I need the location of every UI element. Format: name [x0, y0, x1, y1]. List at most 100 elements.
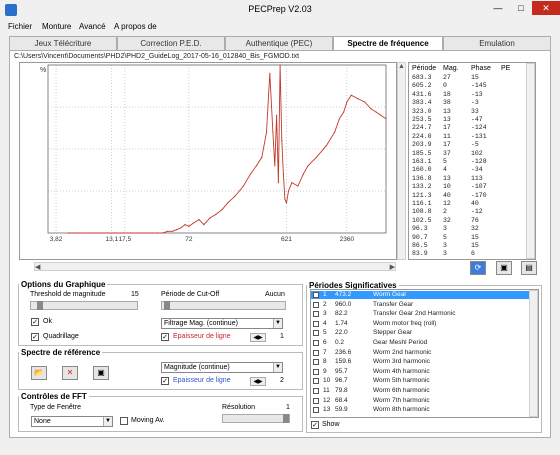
table-row[interactable]: 96.3 3 32 — [409, 225, 521, 233]
period-checkbox[interactable] — [313, 368, 319, 375]
tab-correction[interactable]: Correction P.E.D. — [117, 36, 225, 50]
show-checkbox[interactable]: ✓ — [311, 421, 319, 429]
refresh-icon[interactable]: ⟳ — [470, 261, 486, 275]
maximize-button[interactable]: □ — [510, 1, 532, 15]
moving-avg-checkbox[interactable] — [120, 417, 128, 425]
period-row[interactable]: 5 22.0 Stepper Gear — [311, 329, 530, 337]
period-row[interactable]: 7 236.6 Worm 2nd harmonic — [311, 349, 530, 357]
period-cell: 8 — [323, 358, 327, 366]
table-row[interactable]: 383.4 38 -3 — [409, 99, 521, 107]
table-row[interactable]: 605.2 0 -145 — [409, 82, 521, 90]
reference-mode-select[interactable]: Magnitude (continue) ▼ — [161, 362, 283, 373]
window-type-select[interactable]: None ▼ — [31, 416, 113, 427]
tab-emulation[interactable]: Emulation — [443, 36, 551, 50]
menu-fichier[interactable]: Fichier — [8, 22, 32, 31]
menu-avance[interactable]: Avancé — [79, 22, 106, 31]
table-row[interactable]: 323.0 13 33 — [409, 108, 521, 116]
table-row[interactable]: 108.8 2 -12 — [409, 208, 521, 216]
table-cell: 185.5 — [412, 149, 432, 157]
table-row[interactable]: 136.8 13 113 — [409, 175, 521, 183]
table-row[interactable]: 224.0 11 -131 — [409, 133, 521, 141]
period-checkbox[interactable] — [313, 359, 319, 366]
period-checkbox[interactable] — [313, 301, 319, 308]
threshold-slider-thumb[interactable] — [37, 301, 43, 310]
period-row[interactable]: 9 95.7 Worm 4th harmonic — [311, 368, 530, 376]
ok-checkbox[interactable]: ✓ — [31, 318, 39, 326]
period-checkbox[interactable] — [313, 378, 319, 385]
reference-line-checkbox[interactable]: ✓ — [161, 377, 169, 385]
table-cell: 40 — [471, 200, 479, 207]
table-row[interactable]: 253.5 13 -47 — [409, 116, 521, 124]
table-row[interactable]: 163.1 5 -128 — [409, 158, 521, 166]
period-row[interactable]: 10 96.7 Worm 5th harmonic — [311, 377, 530, 385]
cutoff-slider-thumb[interactable] — [164, 301, 170, 310]
graph-mode-select[interactable]: Filtrage Mag. (continue) ▼ — [161, 318, 283, 329]
period-row[interactable]: 1 473.2 Worm Gear — [311, 291, 530, 300]
period-checkbox[interactable] — [313, 311, 319, 318]
period-checkbox[interactable] — [313, 320, 319, 327]
export-icon[interactable]: ▤ — [521, 261, 537, 275]
period-checkbox[interactable] — [313, 292, 319, 298]
tab-authentique[interactable]: Authentique (PEC) — [225, 36, 333, 50]
period-checkbox[interactable] — [313, 330, 319, 337]
period-row[interactable]: 12 68.4 Worm 7th harmonic — [311, 397, 530, 405]
period-row[interactable]: 4 1.74 Worm motor freq (roll) — [311, 320, 530, 328]
close-button[interactable]: ✕ — [532, 1, 560, 15]
data-point — [203, 224, 205, 226]
period-checkbox[interactable] — [313, 388, 319, 394]
periods-vscroll[interactable] — [529, 290, 538, 417]
line-thickness-stepper[interactable]: ◀▶ — [250, 333, 266, 342]
table-row[interactable]: 203.9 17 -5 — [409, 141, 521, 149]
tab-jeux[interactable]: Jeux Télécriture — [9, 36, 117, 50]
table-row[interactable]: 185.5 37 102 — [409, 150, 521, 158]
save-icon[interactable]: ▣ — [496, 261, 512, 275]
period-row[interactable]: 3 82.2 Transfer Gear 2nd Harmonic — [311, 310, 530, 318]
table-row[interactable]: 116.1 12 40 — [409, 200, 521, 208]
chart-vscroll-up[interactable]: ▲ — [398, 63, 405, 70]
tab-spectre[interactable]: Spectre de fréquence — [333, 36, 443, 51]
table-row[interactable]: 133.2 10 -107 — [409, 183, 521, 191]
table-cell: 40 — [443, 191, 451, 199]
chart-hscroll-right[interactable]: ▶ — [390, 263, 395, 271]
minimize-button[interactable]: — — [487, 1, 509, 15]
reference-line-stepper[interactable]: ◀▶ — [250, 377, 266, 386]
resolution-slider[interactable] — [222, 414, 290, 423]
period-checkbox[interactable] — [313, 340, 319, 346]
table-row[interactable]: 86.5 3 15 — [409, 242, 521, 250]
line-thickness-checkbox[interactable]: ✓ — [161, 333, 169, 341]
table-row[interactable]: 683.3 27 15 — [409, 74, 521, 82]
period-checkbox[interactable] — [313, 349, 319, 356]
table-row[interactable]: 83.9 3 6 — [409, 250, 521, 258]
menu-monture[interactable]: Monture — [42, 22, 71, 31]
y-axis-top-label: % — [40, 67, 46, 74]
period-checkbox[interactable] — [313, 407, 319, 414]
table-vscroll[interactable] — [526, 63, 535, 259]
period-row[interactable]: 2 960.0 Transfer Gear — [311, 301, 530, 309]
table-row[interactable]: 224.7 17 -124 — [409, 124, 521, 132]
table-row[interactable]: 121.3 40 -170 — [409, 192, 521, 200]
table-row[interactable]: 90.7 5 15 — [409, 234, 521, 242]
threshold-slider[interactable] — [30, 301, 138, 310]
period-row[interactable]: 11 79.8 Worm 6th harmonic — [311, 387, 530, 395]
chart-hscroll-left[interactable]: ◀ — [35, 263, 40, 271]
period-row[interactable]: 6 0.2 Gear Meshl Period — [311, 339, 530, 347]
period-checkbox[interactable] — [313, 397, 319, 404]
resolution-slider-thumb[interactable] — [283, 414, 289, 423]
ok-label: Ok — [43, 318, 52, 325]
data-point — [370, 108, 372, 110]
table-row[interactable]: 102.5 32 76 — [409, 217, 521, 225]
cutoff-slider[interactable] — [161, 301, 286, 310]
period-row[interactable]: 8 159.6 Worm 3rd harmonic — [311, 358, 530, 366]
open-folder-icon[interactable]: 📂 — [31, 366, 47, 380]
table-row[interactable]: 431.6 18 -13 — [409, 91, 521, 99]
period-row[interactable]: 13 59.9 Worm 8th harmonic — [311, 406, 530, 414]
table-row[interactable]: 160.0 4 -34 — [409, 166, 521, 174]
grid-checkbox[interactable]: ✓ — [31, 333, 39, 341]
chart-hscroll[interactable]: ◀ ▶ — [34, 262, 396, 271]
delete-icon[interactable]: ✕ — [62, 366, 78, 380]
menu-apropos[interactable]: A propos de — [114, 22, 157, 31]
period-cell: Worm motor freq (roll) — [373, 319, 437, 327]
period-cell: 2 — [323, 300, 327, 308]
disk-save-icon[interactable]: ▣ — [93, 366, 109, 380]
chart-vscroll[interactable]: ▲ — [397, 62, 406, 260]
